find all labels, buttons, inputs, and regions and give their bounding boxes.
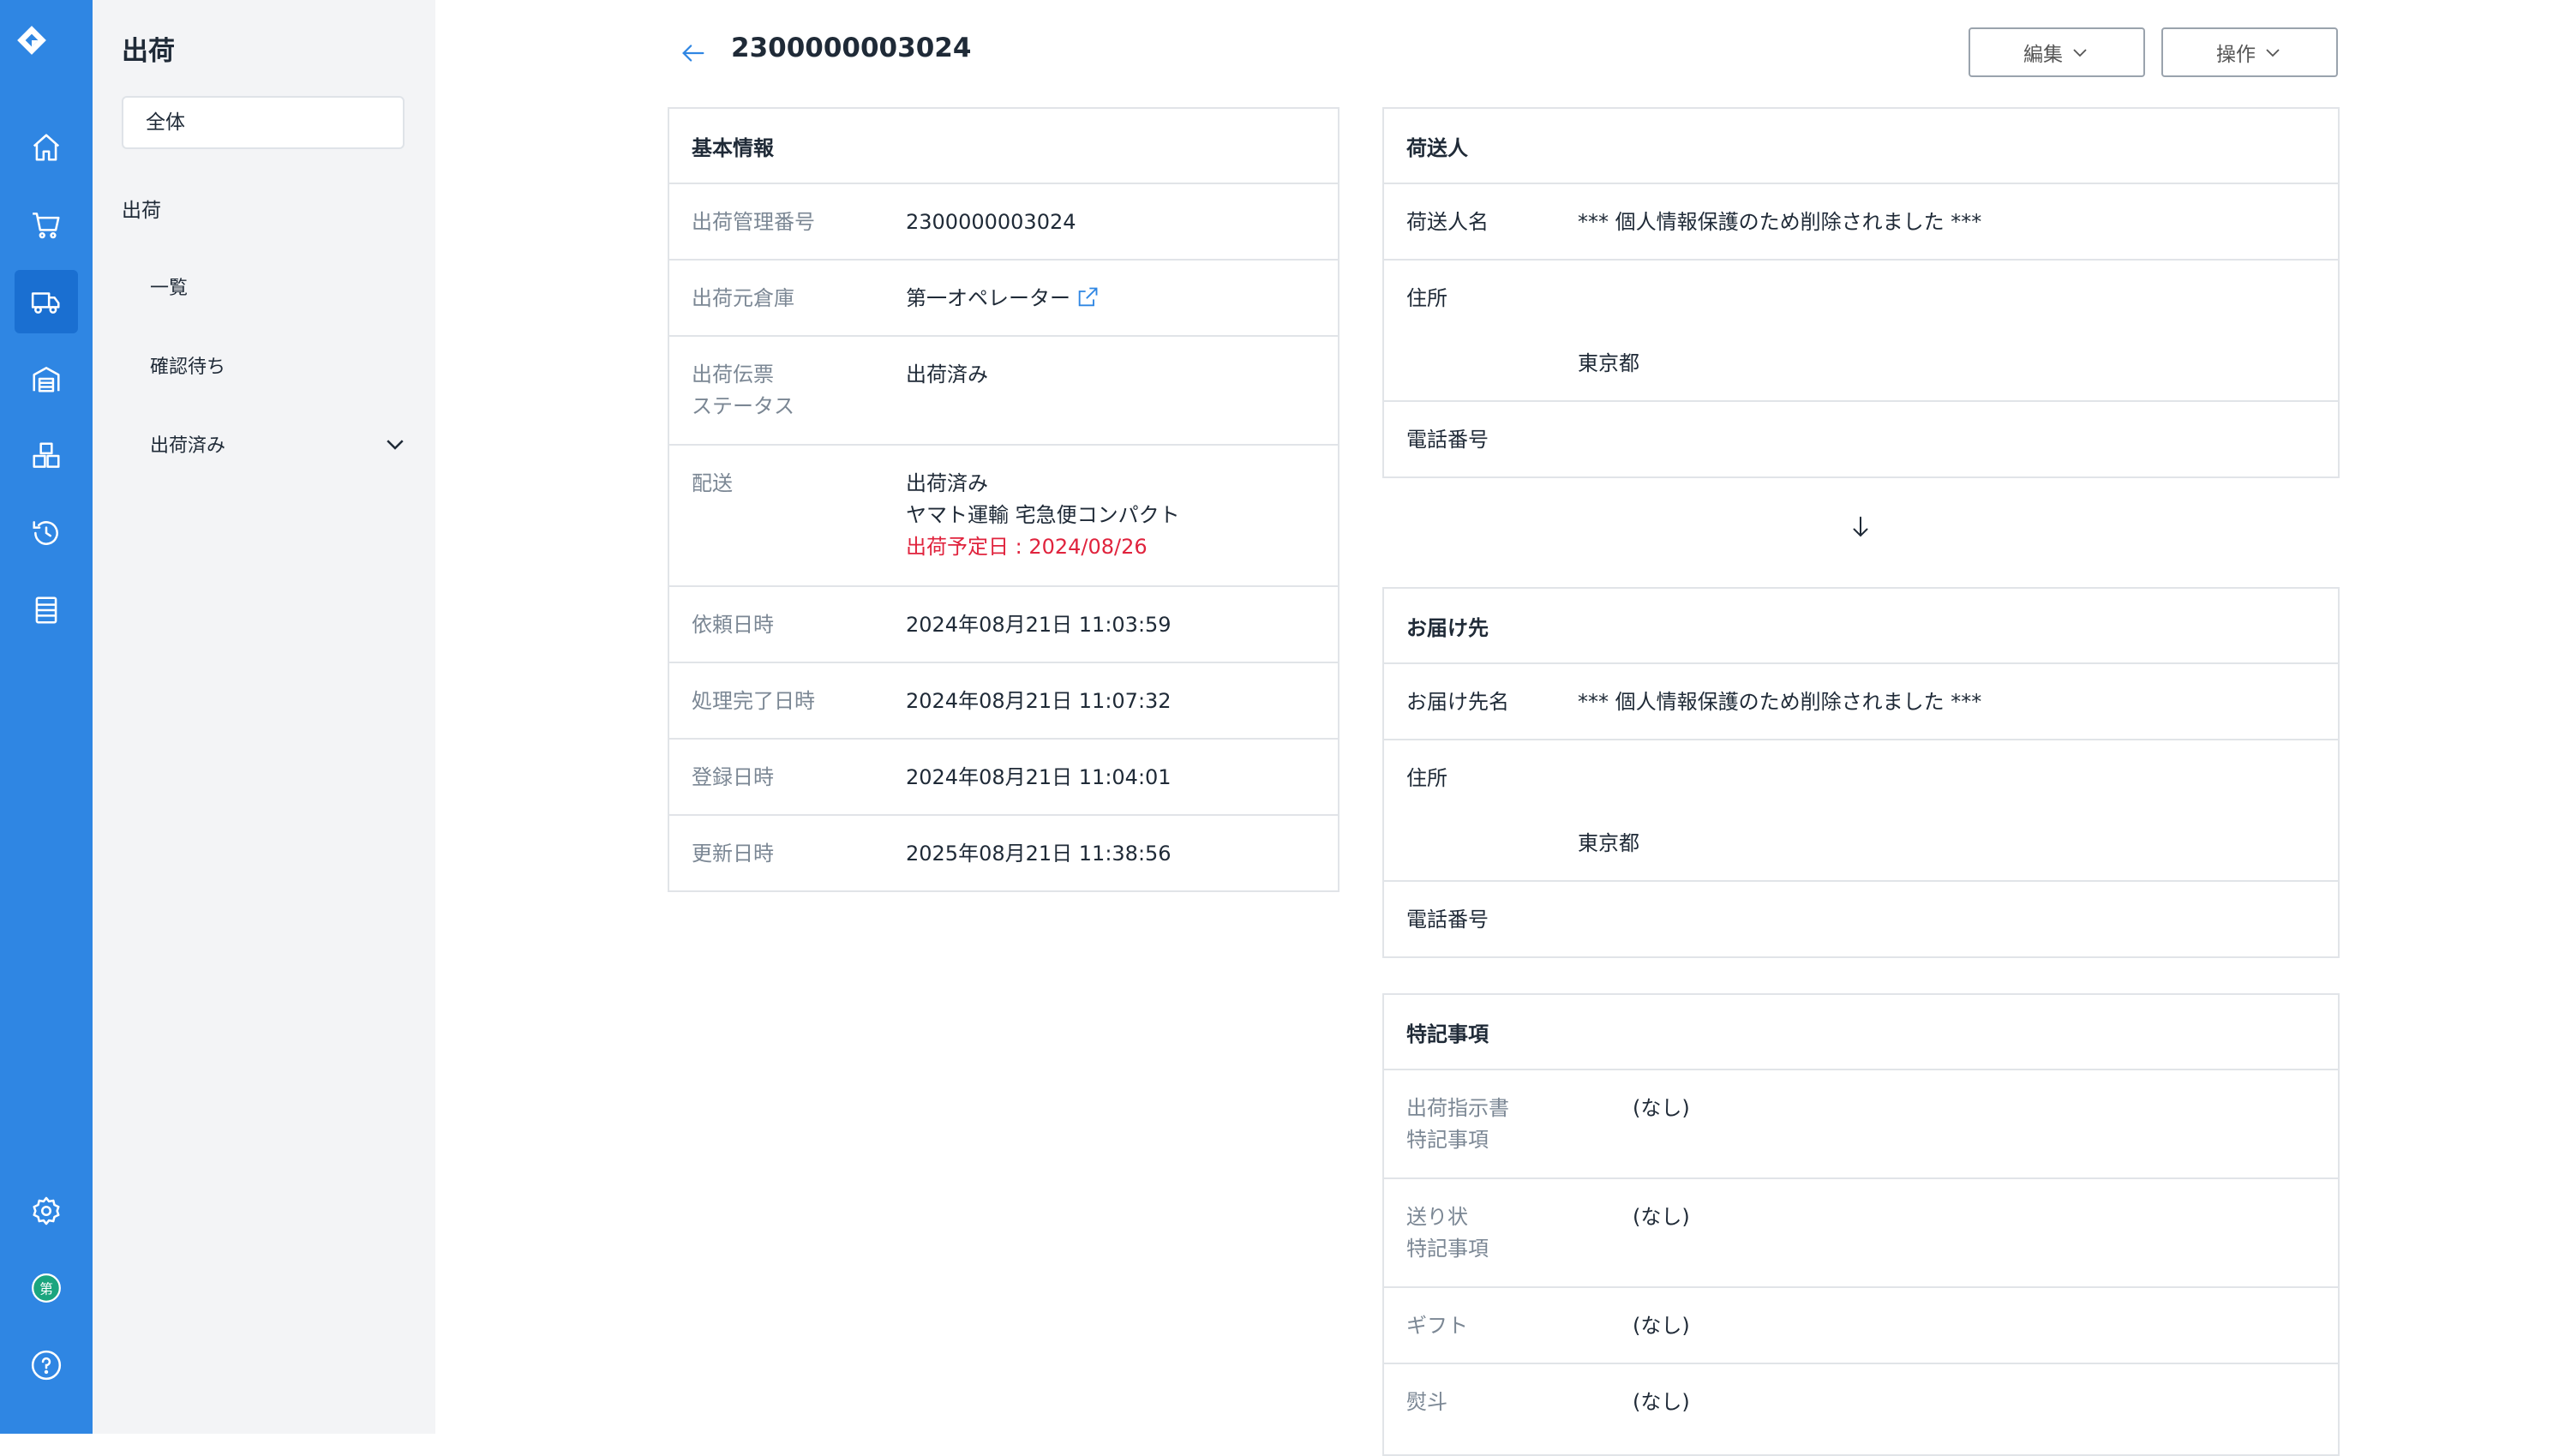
info-row-updated-at: 更新日時 2025年08月21日 11:38:56 xyxy=(669,816,1338,892)
row-label: 熨斗 xyxy=(1406,1390,1447,1414)
action-button[interactable]: 操作 xyxy=(2161,27,2338,77)
row-value[interactable]: 第一オペレーター xyxy=(906,286,1070,310)
notes-row-gift: ギフト (なし) xyxy=(1384,1288,2338,1364)
row-value: (なし) xyxy=(1633,1390,1690,1414)
row-value: (なし) xyxy=(1633,1205,1690,1229)
row-value: 東京都 xyxy=(1578,351,1639,375)
row-value: (なし) xyxy=(1633,1314,1690,1338)
recipient-name-row: お届け先名 *** 個人情報保護のため削除されました *** xyxy=(1384,664,2338,740)
row-label: 住所 xyxy=(1406,286,1447,310)
notes-row-invoice: 送り状 特記事項 (なし) xyxy=(1384,1179,2338,1288)
edit-button-label: 編集 xyxy=(2023,44,2063,66)
boxes-icon[interactable] xyxy=(15,424,78,488)
sender-phone-row: 電話番号 xyxy=(1384,402,2338,478)
row-value: 出荷済み xyxy=(906,363,988,386)
notes-card: 特記事項 出荷指示書 特記事項 (なし) 送り状 特記事項 (なし) ギフト (なし… xyxy=(1382,993,2340,1456)
notes-row-noshi: 熨斗 (なし) xyxy=(1384,1364,2338,1441)
sidebar-item-list[interactable]: 一覧 xyxy=(150,273,188,300)
info-row-requested-at: 依頼日時 2024年08月21日 11:03:59 xyxy=(669,587,1338,663)
row-value: 2024年08月21日 11:03:59 xyxy=(906,613,1172,637)
info-row-completed-at: 処理完了日時 2024年08月21日 11:07:32 xyxy=(669,663,1338,740)
row-value: 2024年08月21日 11:04:01 xyxy=(906,765,1172,789)
avatar-text: 第 xyxy=(39,1280,53,1297)
row-value: 2025年08月21日 11:38:56 xyxy=(906,842,1172,866)
external-link-icon[interactable] xyxy=(1076,285,1100,309)
info-row-warehouse: 出荷元倉庫 第一オペレーター xyxy=(669,261,1338,337)
sidebar-filter-all[interactable]: 全体 xyxy=(122,96,405,149)
cart-icon[interactable] xyxy=(15,193,78,256)
info-row-shipment-number: 出荷管理番号 2300000003024 xyxy=(669,184,1338,261)
help-icon[interactable] xyxy=(15,1333,78,1397)
row-label: 更新日時 xyxy=(692,842,774,866)
row-value: 出荷済み ヤマト運輸 宅急便コンパクト 出荷予定日 : 2024/08/26 xyxy=(906,471,1180,559)
back-arrow-icon[interactable] xyxy=(679,39,708,68)
list-icon[interactable] xyxy=(15,578,78,642)
sender-address-row: 住所 東京都 xyxy=(1384,261,2338,402)
history-icon[interactable] xyxy=(15,501,78,565)
sidebar: 出荷 全体 出荷 一覧 確認待ち 出荷済み xyxy=(93,0,435,1434)
chevron-down-icon xyxy=(2266,49,2280,57)
warehouse-link[interactable]: 第一オペレーター xyxy=(906,283,1100,315)
warehouse-icon[interactable] xyxy=(15,347,78,410)
sidebar-title: 出荷 xyxy=(122,36,175,67)
basic-info-card: 基本情報 出荷管理番号 2300000003024 出荷元倉庫 第一オペレーター… xyxy=(668,107,1339,892)
sender-card: 荷送人 荷送人名 *** 個人情報保護のため削除されました *** 住所 東京都… xyxy=(1382,107,2340,478)
gear-icon[interactable] xyxy=(15,1179,78,1243)
page-title: 2300000003024 xyxy=(731,33,972,63)
recipient-title: お届け先 xyxy=(1384,589,2338,664)
truck-icon[interactable] xyxy=(15,270,78,333)
row-value: 2300000003024 xyxy=(906,210,1076,234)
row-label: 出荷伝票 ステータス xyxy=(692,363,794,418)
row-label: 電話番号 xyxy=(1406,908,1489,932)
row-value: *** 個人情報保護のため削除されました *** xyxy=(1578,210,1982,234)
basic-info-title: 基本情報 xyxy=(669,109,1338,184)
row-label: 処理完了日時 xyxy=(692,689,815,713)
row-label: 送り状 特記事項 xyxy=(1406,1205,1489,1261)
sender-name-row: 荷送人名 *** 個人情報保護のため削除されました *** xyxy=(1384,184,2338,261)
info-row-registered-at: 登録日時 2024年08月21日 11:04:01 xyxy=(669,740,1338,816)
sidebar-item-shipped[interactable]: 出荷済み xyxy=(150,430,225,458)
row-label: 出荷管理番号 xyxy=(692,210,815,234)
avatar-icon[interactable]: 第 xyxy=(15,1256,78,1320)
row-value: 東京都 xyxy=(1578,831,1639,855)
notes-title: 特記事項 xyxy=(1384,995,2338,1070)
row-label: 配送 xyxy=(692,471,733,495)
recipient-phone-row: 電話番号 xyxy=(1384,882,2338,958)
sender-title: 荷送人 xyxy=(1384,109,2338,184)
row-label: 出荷指示書 特記事項 xyxy=(1406,1096,1509,1152)
sidebar-group-shipping[interactable]: 出荷 xyxy=(122,194,161,223)
action-button-label: 操作 xyxy=(2216,44,2256,66)
logo-icon[interactable] xyxy=(15,24,77,86)
notes-row-shipping-instruction: 出荷指示書 特記事項 (なし) xyxy=(1384,1070,2338,1179)
row-label: 電話番号 xyxy=(1406,428,1489,452)
row-value: 2024年08月21日 11:07:32 xyxy=(906,689,1172,713)
info-row-delivery: 配送 出荷済み ヤマト運輸 宅急便コンパクト 出荷予定日 : 2024/08/26 xyxy=(669,446,1338,587)
recipient-card: お届け先 お届け先名 *** 個人情報保護のため削除されました *** 住所 東… xyxy=(1382,587,2340,958)
arrow-down-icon xyxy=(1853,516,1868,537)
info-row-status: 出荷伝票 ステータス 出荷済み xyxy=(669,337,1338,446)
recipient-address-row: 住所 東京都 xyxy=(1384,740,2338,882)
chevron-down-icon[interactable] xyxy=(382,431,408,457)
row-label: 荷送人名 xyxy=(1406,210,1489,234)
edit-button[interactable]: 編集 xyxy=(1969,27,2145,77)
home-icon[interactable] xyxy=(15,116,78,179)
row-label: お届け先名 xyxy=(1406,690,1509,714)
row-value: (なし) xyxy=(1633,1096,1690,1120)
row-label: 依頼日時 xyxy=(692,613,774,637)
sidebar-item-pending[interactable]: 確認待ち xyxy=(150,351,225,379)
chevron-down-icon xyxy=(2073,49,2087,57)
app-rail: 第 xyxy=(0,0,93,1434)
row-label: 出荷元倉庫 xyxy=(692,286,794,310)
row-label: 登録日時 xyxy=(692,765,774,789)
row-label: ギフト xyxy=(1406,1314,1468,1338)
row-label: 住所 xyxy=(1406,766,1447,790)
row-value: *** 個人情報保護のため削除されました *** xyxy=(1578,690,1982,714)
scheduled-date: 出荷予定日 : 2024/08/26 xyxy=(906,535,1148,559)
